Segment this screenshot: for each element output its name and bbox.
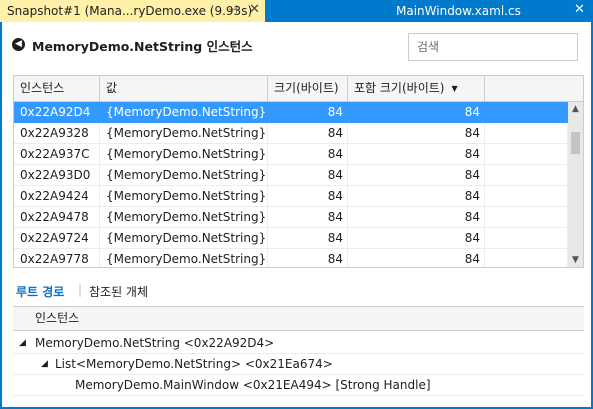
table-row[interactable]: 0x22A9724 {MemoryDemo.NetString} 84 84 (14, 228, 568, 249)
column-header-inclusive-size[interactable]: 포함 크기(바이트) ▼ (348, 76, 485, 101)
table-row[interactable]: 0x22A92D4 {MemoryDemo.NetString} 84 84 (14, 102, 568, 123)
cell-size: 84 (268, 207, 348, 228)
cell-inclusive-size: 84 (348, 144, 485, 165)
root-path-tree: 인스턴스 ◢ MemoryDemo.NetString <0x22A92D4> … (13, 306, 584, 401)
page-title: MemoryDemo.NetString 인스턴스 (32, 39, 253, 54)
grid-header: 인스턴스 값 크기(바이트) 포함 크기(바이트) ▼ (14, 76, 583, 102)
table-row[interactable]: 0x22A937C {MemoryDemo.NetString} 84 84 (14, 144, 568, 165)
cell-inclusive-size: 84 (348, 123, 485, 144)
cell-inclusive-size: 84 (348, 165, 485, 186)
cell-instance: 0x22A92D4 (14, 102, 100, 123)
cell-size: 84 (268, 144, 348, 165)
tree-row-label: MemoryDemo.NetString <0x22A92D4> (35, 336, 275, 350)
cell-size: 84 (268, 186, 348, 207)
cell-instance: 0x22A9778 (14, 249, 100, 267)
cell-instance: 0x22A9424 (14, 186, 100, 207)
cell-size: 84 (268, 123, 348, 144)
tree-expanded-icon[interactable]: ◢ (41, 354, 48, 375)
cell-size: 84 (268, 228, 348, 249)
cell-inclusive-size: 84 (348, 228, 485, 249)
sort-descending-icon: ▼ (451, 84, 458, 93)
table-row[interactable]: 0x22A9328 {MemoryDemo.NetString} 84 84 (14, 123, 568, 144)
instances-grid: 인스턴스 값 크기(바이트) 포함 크기(바이트) ▼ 0x22A92D4 {Mem… (13, 75, 584, 268)
cell-value: {MemoryDemo.NetString} (100, 144, 268, 165)
cell-inclusive-size: 84 (348, 249, 485, 267)
table-row[interactable]: 0x22A9424 {MemoryDemo.NetString} 84 84 (14, 186, 568, 207)
tab-mainwindow-label: MainWindow.xaml.cs (396, 4, 521, 18)
cell-instance: 0x22A9328 (14, 123, 100, 144)
scroll-down-icon[interactable]: ▼ (568, 253, 583, 267)
cell-value: {MemoryDemo.NetString} (100, 228, 268, 249)
cell-empty (485, 165, 568, 186)
cell-value: {MemoryDemo.NetString} (100, 186, 268, 207)
cell-empty (485, 207, 568, 228)
table-row[interactable]: 0x22A93D0 {MemoryDemo.NetString} 84 84 (14, 165, 568, 186)
cell-inclusive-size: 84 (348, 207, 485, 228)
grid-rows: 0x22A92D4 {MemoryDemo.NetString} 84 84 0x22A… (14, 102, 568, 267)
cell-value: {MemoryDemo.NetString} (100, 165, 268, 186)
tab-root-path[interactable]: 루트 경로 (16, 283, 64, 300)
search-input[interactable] (408, 33, 578, 61)
cell-value: {MemoryDemo.NetString} (100, 249, 268, 267)
cell-empty (485, 102, 568, 123)
column-header-instance[interactable]: 인스턴스 (14, 76, 100, 101)
cell-inclusive-size: 84 (348, 186, 485, 207)
tab-referenced-objects[interactable]: 참조된 개체 (89, 283, 148, 300)
cell-instance: 0x22A9724 (14, 228, 100, 249)
tree-expanded-icon[interactable]: ◢ (19, 333, 26, 354)
close-icon[interactable]: ✕ (574, 2, 585, 17)
cell-instance: 0x22A93D0 (14, 165, 100, 186)
cell-size: 84 (268, 165, 348, 186)
cell-empty (485, 123, 568, 144)
cell-instance: 0x22A937C (14, 144, 100, 165)
tab-snapshot[interactable]: Snapshot#1 (Mana...ryDemo.exe (9.93s) ⊣ … (0, 0, 265, 22)
column-header-value[interactable]: 값 (100, 76, 268, 101)
vertical-scrollbar[interactable]: ▲ ▼ (568, 102, 583, 267)
table-row[interactable]: 0x22A9778 {MemoryDemo.NetString} 84 84 (14, 249, 568, 267)
tree-row-label: List<MemoryDemo.NetString> <0x21Ea674> (55, 357, 333, 371)
cell-empty (485, 186, 568, 207)
column-header-size[interactable]: 크기(바이트) (268, 76, 348, 101)
cell-value: {MemoryDemo.NetString} (100, 207, 268, 228)
tab-separator: | (78, 283, 83, 297)
cell-empty (485, 249, 568, 267)
cell-value: {MemoryDemo.NetString} (100, 123, 268, 144)
tree-row-label: MemoryDemo.MainWindow <0x21EA494> [Stron… (75, 378, 431, 392)
path-column-header[interactable]: 인스턴스 (13, 306, 584, 331)
back-arrow-icon[interactable]: ◀ (12, 38, 25, 51)
tree-row[interactable]: ◢ List<MemoryDemo.NetString> <0x21Ea674> (13, 354, 584, 375)
document-tab-strip: Snapshot#1 (Mana...ryDemo.exe (9.93s) ⊣ … (0, 0, 593, 22)
tree-row[interactable]: ◢ MemoryDemo.NetString <0x22A92D4> (13, 333, 584, 354)
column-header-inclusive-label: 포함 크기(바이트) (354, 81, 445, 95)
cell-empty (485, 228, 568, 249)
close-icon[interactable]: ✕ (249, 2, 260, 17)
cell-size: 84 (268, 249, 348, 267)
pin-icon[interactable]: ⊣ (228, 3, 238, 16)
cell-inclusive-size: 84 (348, 102, 485, 123)
tab-mainwindow[interactable]: MainWindow.xaml.cs ✕ (390, 0, 593, 22)
cell-size: 84 (268, 102, 348, 123)
cell-empty (485, 144, 568, 165)
tree-row[interactable]: MemoryDemo.MainWindow <0x21EA494> [Stron… (13, 375, 584, 396)
scroll-up-icon[interactable]: ▲ (568, 102, 583, 116)
cell-instance: 0x22A9478 (14, 207, 100, 228)
scroll-thumb[interactable] (571, 132, 580, 154)
cell-value: {MemoryDemo.NetString} (100, 102, 268, 123)
tab-snapshot-label: Snapshot#1 (Mana...ryDemo.exe (9.93s) (7, 4, 253, 18)
table-row[interactable]: 0x22A9478 {MemoryDemo.NetString} 84 84 (14, 207, 568, 228)
